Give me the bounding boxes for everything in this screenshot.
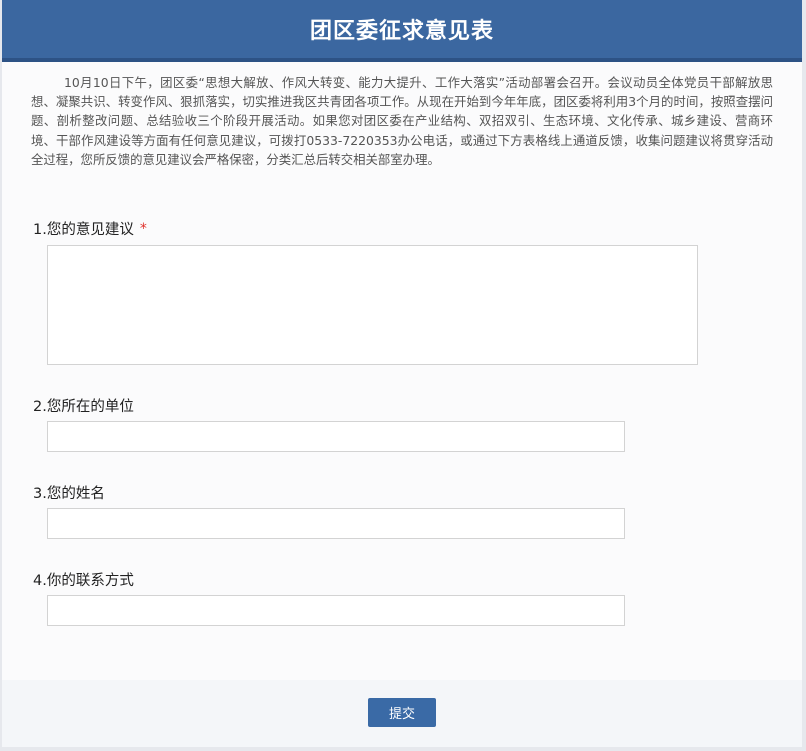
- page-title: 团区委征求意见表: [309, 19, 494, 44]
- required-mark: *: [139, 220, 147, 237]
- organization-input[interactable]: [47, 421, 625, 452]
- question-2-text: 2.您所在的单位: [33, 399, 134, 415]
- question-4-text: 4.你的联系方式: [33, 573, 134, 589]
- page-header: 团区委征求意见表: [2, 0, 802, 62]
- question-1-text: 1.您的意见建议: [33, 222, 134, 238]
- name-input[interactable]: [47, 508, 625, 539]
- question-2-label: 2.您所在的单位: [33, 395, 134, 416]
- submit-button[interactable]: 提交: [368, 698, 436, 727]
- intro-paragraph: 10月10日下午，团区委“思想大解放、作风大转变、能力大提升、工作大落实”活动部…: [31, 75, 773, 167]
- question-1-label: 1.您的意见建议 *: [33, 218, 147, 239]
- question-3-text: 3.您的姓名: [33, 486, 105, 502]
- question-3-label: 3.您的姓名: [33, 482, 105, 503]
- suggestion-textarea[interactable]: [47, 245, 698, 365]
- form-page: 团区委征求意见表 10月10日下午，团区委“思想大解放、作风大转变、能力大提升、…: [2, 0, 802, 747]
- contact-input[interactable]: [47, 595, 625, 626]
- question-4-label: 4.你的联系方式: [33, 569, 134, 590]
